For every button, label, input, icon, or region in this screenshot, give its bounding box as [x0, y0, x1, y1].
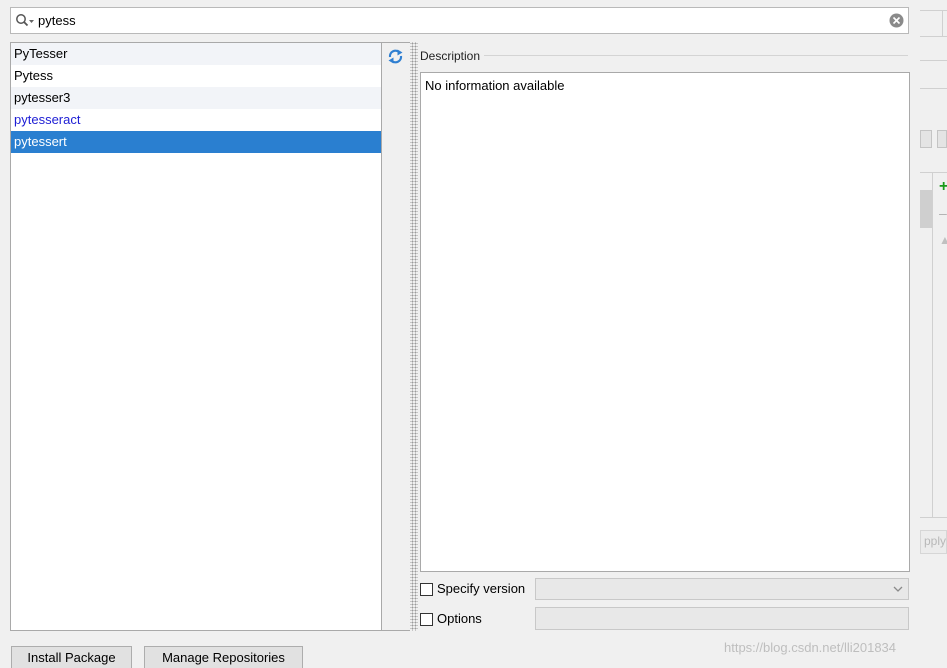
search-input[interactable]: pytess [38, 13, 76, 28]
description-panel: No information available [420, 72, 910, 572]
options-label: Options [437, 611, 482, 626]
panel-splitter[interactable] [410, 42, 418, 631]
package-list[interactable]: PyTesser Pytess pytesser3 pytesseract py… [10, 42, 382, 631]
up-arrow-icon: ▲ [939, 233, 947, 247]
description-text: No information available [425, 78, 565, 93]
background-window-edge: + – ▲ pply [920, 0, 947, 668]
package-list-item[interactable]: Pytess [11, 65, 381, 87]
watermark: https://blog.csdn.net/lli201834 [724, 640, 897, 655]
manage-repositories-button[interactable]: Manage Repositories [144, 646, 303, 668]
package-list-item[interactable]: pytesseract [11, 109, 381, 131]
add-icon: + [939, 178, 947, 195]
clear-search-icon[interactable] [889, 13, 904, 28]
remove-icon: – [939, 205, 947, 221]
apply-button-fragment: pply [924, 534, 947, 548]
install-package-button[interactable]: Install Package [11, 646, 132, 668]
specify-version-checkbox[interactable] [420, 583, 433, 596]
options-input[interactable] [535, 607, 909, 630]
version-dropdown[interactable] [535, 578, 909, 600]
search-icon [16, 14, 34, 27]
package-search-field[interactable]: pytess [10, 7, 909, 34]
description-divider [484, 55, 908, 56]
description-heading: Description [420, 49, 481, 63]
chevron-down-icon [893, 586, 903, 592]
package-list-item[interactable]: PyTesser [11, 43, 381, 65]
reload-list-icon[interactable] [387, 48, 404, 65]
package-list-item-selected[interactable]: pytessert [11, 131, 381, 153]
options-checkbox[interactable] [420, 613, 433, 626]
specify-version-label: Specify version [437, 581, 526, 596]
package-list-item[interactable]: pytesser3 [11, 87, 381, 109]
reload-toolbar [382, 42, 410, 631]
